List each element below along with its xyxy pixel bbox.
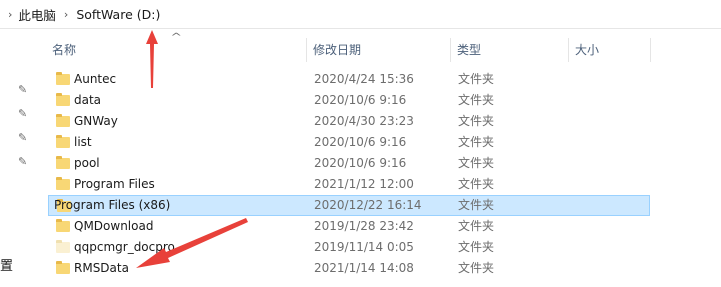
navigation-pane: ✎ ✎ ✎ ✎ 置 (0, 29, 46, 287)
file-type: 文件夹 (458, 156, 495, 170)
breadcrumb-separator-icon[interactable]: › (64, 8, 68, 21)
column-headers: 名称 修改日期 类型 大小 (46, 36, 721, 64)
file-name: Program Files (74, 177, 155, 191)
file-name: RMSData (74, 261, 129, 275)
file-row[interactable]: pool 2020/10/6 9:16 文件夹 (46, 153, 721, 174)
column-header-type[interactable]: 类型 (451, 36, 568, 64)
file-type: 文件夹 (458, 198, 495, 212)
nav-pane-truncated-label: 置 (0, 259, 14, 274)
file-row[interactable]: qqpcmgr_docpro 2019/11/14 0:05 文件夹 (46, 237, 721, 258)
pin-icon[interactable]: ✎ (18, 108, 28, 119)
file-date: 2019/1/28 23:42 (314, 219, 414, 233)
folder-icon (56, 135, 70, 148)
file-row[interactable]: QMDownload 2019/1/28 23:42 文件夹 (46, 216, 721, 237)
address-bar[interactable]: › 此电脑 › SoftWare (D:) (0, 0, 721, 28)
folder-icon (56, 93, 70, 106)
folder-icon (56, 114, 70, 127)
file-date: 2020/10/6 9:16 (314, 93, 407, 107)
pin-icon[interactable]: ✎ (18, 84, 28, 95)
file-date: 2020/4/30 23:23 (314, 114, 414, 128)
file-row-selected[interactable]: Program Files (x86) 2020/12/22 16:14 文件夹 (48, 195, 650, 216)
file-type: 文件夹 (458, 135, 495, 149)
file-name: data (74, 93, 102, 107)
file-row[interactable]: GNWay 2020/4/30 23:23 文件夹 (46, 111, 721, 132)
file-row[interactable]: list 2020/10/6 9:16 文件夹 (46, 132, 721, 153)
column-header-date[interactable]: 修改日期 (307, 36, 450, 64)
file-row[interactable]: Program Files 2021/1/12 12:00 文件夹 (46, 174, 721, 195)
address-bar-divider (0, 28, 721, 29)
folder-icon (56, 72, 70, 85)
file-date: 2021/1/14 14:08 (314, 261, 414, 275)
pin-icon[interactable]: ✎ (18, 132, 28, 143)
file-type: 文件夹 (458, 93, 495, 107)
file-date: 2020/4/24 15:36 (314, 72, 414, 86)
folder-icon (56, 261, 70, 274)
pin-icon[interactable]: ✎ (18, 156, 28, 167)
column-header-size[interactable]: 大小 (569, 36, 649, 64)
file-name: pool (74, 156, 100, 170)
folder-icon (56, 156, 70, 169)
file-row[interactable]: data 2020/10/6 9:16 文件夹 (46, 90, 721, 111)
file-date: 2020/10/6 9:16 (314, 156, 407, 170)
breadcrumb-chevron-icon[interactable]: › (8, 8, 12, 21)
column-divider[interactable] (650, 38, 651, 62)
file-list: Auntec 2020/4/24 15:36 文件夹 data 2020/10/… (46, 69, 721, 279)
file-type: 文件夹 (458, 114, 495, 128)
file-name: list (74, 135, 92, 149)
file-name: Auntec (74, 72, 117, 86)
file-type: 文件夹 (458, 240, 495, 254)
file-name: QMDownload (74, 219, 154, 233)
file-row[interactable]: Auntec 2020/4/24 15:36 文件夹 (46, 69, 721, 90)
file-type: 文件夹 (458, 219, 495, 233)
file-type: 文件夹 (458, 261, 495, 275)
file-date: 2020/12/22 16:14 (314, 198, 422, 212)
file-name: qqpcmgr_docpro (74, 240, 175, 254)
folder-icon (56, 219, 70, 232)
folder-icon (56, 177, 70, 190)
folder-icon (56, 240, 70, 253)
file-row[interactable]: RMSData 2021/1/14 14:08 文件夹 (46, 258, 721, 279)
column-header-name[interactable]: 名称 (46, 36, 306, 64)
file-type: 文件夹 (458, 72, 495, 86)
breadcrumb-this-pc[interactable]: 此电脑 (18, 5, 56, 24)
file-date: 2020/10/6 9:16 (314, 135, 407, 149)
file-type: 文件夹 (458, 177, 495, 191)
file-name: Program Files (x86) (54, 198, 171, 212)
file-name: GNWay (74, 114, 118, 128)
file-date: 2021/1/12 12:00 (314, 177, 414, 191)
breadcrumb-software-drive[interactable]: SoftWare (D:) (76, 7, 160, 22)
file-date: 2019/11/14 0:05 (314, 240, 414, 254)
